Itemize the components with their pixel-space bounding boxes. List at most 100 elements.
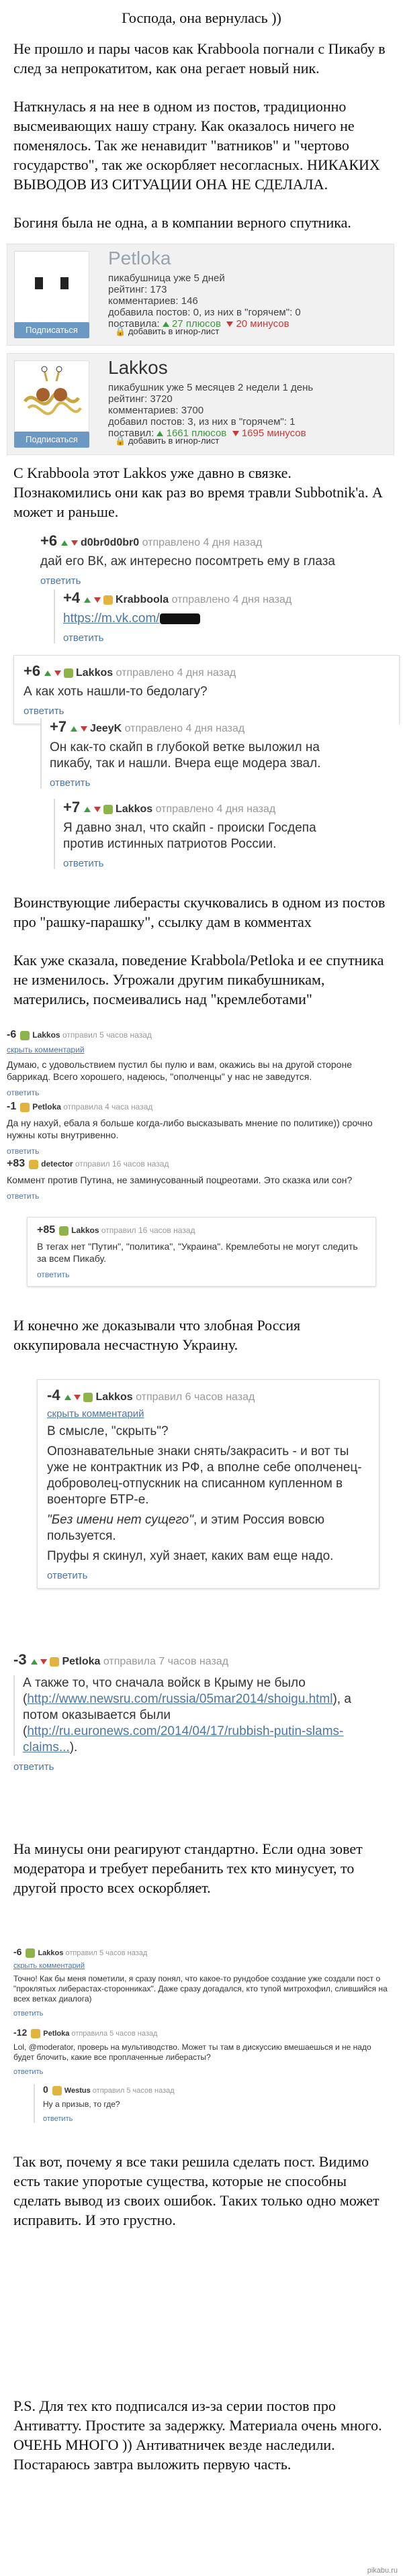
post-title: Господа, она вернулась )) — [122, 9, 281, 26]
profile-name[interactable]: Petloka — [108, 248, 171, 269]
paragraph: На минусы они реагируют стандартно. Если… — [0, 1839, 403, 1916]
reply-link[interactable]: ответить — [7, 1146, 393, 1156]
comment-rating: -6 — [7, 1029, 17, 1040]
comment-text: Ну а призыв, то где? — [43, 2099, 120, 2110]
lock-icon: 🔒 — [115, 436, 126, 446]
paragraph-text: Так вот, почему я все таки решила сделат… — [13, 2153, 379, 2228]
comment-text: Да ну нахуй, ебала я больше когда-либо в… — [7, 1118, 373, 1140]
comment-rating: 0 — [43, 2084, 48, 2095]
comment-author[interactable]: Lakkos — [76, 667, 113, 679]
comment-author[interactable]: Lakkos — [95, 1391, 132, 1403]
reply-link[interactable]: ответить — [47, 1570, 369, 1581]
comment-author[interactable]: Lakkos — [116, 803, 152, 815]
reply-link[interactable]: ответить — [7, 1088, 393, 1097]
comment-author[interactable]: Krabboola — [116, 594, 169, 605]
comment: -3 Petloka отправила 7 часов назад А так… — [13, 1651, 363, 1773]
profile-card-petloka: Petloka пикабушница уже 5 дней рейтинг: … — [7, 244, 394, 346]
comment-rating: -6 — [13, 1946, 22, 1957]
comment-time: отправил 6 часов назад — [136, 1391, 255, 1403]
comment-time: отправил 5 часов назад — [92, 2087, 175, 2095]
comment-time: отправлено 4 дня назад — [171, 594, 292, 605]
comment-quote: "Без имени нет сущего" — [47, 1513, 193, 1527]
comment-text: Пруфы я скинул, хуй знает, каких вам еще… — [47, 1549, 334, 1563]
ignore-link[interactable]: 🔒 добавить в игнор-лист — [115, 326, 219, 337]
reply-link[interactable]: ответить — [13, 2068, 390, 2076]
comment: +7 Lakkos отправлено 4 дня назад Я давно… — [54, 799, 402, 869]
hide-comment-link[interactable]: скрыть комментарий — [7, 1045, 393, 1054]
comment-time: отправила 4 часа назад — [63, 1102, 153, 1111]
hide-comment-link[interactable]: скрыть комментарий — [47, 1408, 369, 1420]
user-avatar-icon — [59, 1226, 69, 1236]
minus-icon — [226, 321, 234, 327]
profile-rating: рейтинг: 3720 — [108, 393, 173, 405]
paragraph: P.S. Для тех кто подписался из-за серии … — [0, 2396, 403, 2493]
profile-card-lakkos: Lakkos пикабушник уже 5 месяцев 2 недели… — [7, 353, 394, 455]
comment-time: отправлено 4 дня назад — [155, 803, 276, 815]
newsru-link[interactable]: http://www.newsru.com/russia/05mar2014/s… — [27, 1692, 332, 1706]
comment-author[interactable]: Petloka — [62, 1656, 100, 1667]
profile-comments: комментариев: 3700 — [108, 405, 204, 416]
comment-author[interactable]: Lakkos — [38, 1949, 63, 1957]
comment-time: отправил 16 часов назад — [75, 1159, 169, 1169]
upvote-icon — [84, 597, 91, 603]
comment-author[interactable]: Lakkos — [32, 1030, 60, 1040]
comment-rating: +4 — [63, 589, 81, 606]
paragraph: С Krabboola этот Lakkos уже давно в связ… — [0, 463, 403, 540]
comment: +7 JeeyK отправлено 4 дня назад Он как-т… — [40, 718, 399, 789]
subscribe-button[interactable]: Подписаться — [14, 432, 89, 448]
upvote-icon — [71, 726, 78, 732]
comment-rating: -3 — [13, 1651, 27, 1668]
flying-spaghetti-monster-icon — [15, 361, 89, 435]
reply-link[interactable]: ответить — [50, 777, 399, 789]
paragraph-text: На минусы они реагируют стандартно. Если… — [13, 1840, 363, 1896]
subscribe-button[interactable]: Подписаться — [14, 322, 89, 338]
comment: -4 Lakkos отправил 6 часов назад скрыть … — [37, 1379, 379, 1589]
paragraph: Так вот, почему я все таки решила сделат… — [0, 2152, 403, 2248]
downvote-icon — [80, 726, 87, 732]
downvote-icon — [54, 671, 61, 676]
user-avatar-icon — [31, 2029, 41, 2039]
reply-link[interactable]: ответить — [13, 2010, 390, 2018]
comment-author[interactable]: Westus — [64, 2087, 91, 2095]
redaction-mark — [159, 613, 200, 624]
comment-rating: -1 — [7, 1101, 17, 1112]
reply-link[interactable]: ответить — [7, 1191, 393, 1201]
user-avatar-icon — [29, 1159, 39, 1169]
vk-link[interactable]: https://m.vk.com/ — [63, 611, 160, 626]
user-avatar-icon — [26, 1948, 36, 1959]
comment-author[interactable]: JeeyK — [90, 723, 122, 734]
intro-paragraph: Не прошло и пары часов как Krabboola пог… — [13, 40, 386, 77]
lock-icon: 🔒 — [115, 326, 126, 336]
reply-link[interactable]: ответить — [40, 575, 393, 587]
comment-author[interactable]: Petloka — [32, 1102, 61, 1111]
profile-name[interactable]: Lakkos — [108, 357, 168, 379]
reply-link[interactable]: ответить — [13, 1761, 363, 1773]
reply-link[interactable]: ответить — [63, 858, 402, 869]
reply-link[interactable]: ответить — [24, 705, 390, 717]
comment-rating: +6 — [24, 662, 41, 679]
comment-author[interactable]: d0br0d0br0 — [81, 537, 139, 548]
upvote-icon — [64, 1395, 71, 1400]
comment-rating: +6 — [40, 532, 58, 549]
comment-text: Опознавательные знаки снять/закрасить - … — [47, 1444, 362, 1507]
reply-link[interactable]: ответить — [43, 2115, 386, 2123]
comment-time: отправил 5 часов назад — [62, 1030, 152, 1040]
comment-text: Точно! Как бы меня пометили, я сразу пон… — [13, 1974, 388, 2004]
ignore-link[interactable]: 🔒 добавить в игнор-лист — [115, 436, 219, 446]
user-avatar-icon — [64, 668, 73, 678]
hide-comment-link[interactable]: скрыть комментарий — [13, 1962, 390, 1970]
comment-author[interactable]: Lakkos — [71, 1226, 99, 1235]
downvote-icon — [40, 1659, 48, 1665]
reply-link[interactable]: ответить — [37, 1270, 366, 1279]
comment: +85 Lakkos отправил 16 часов назад В тега… — [27, 1217, 376, 1287]
comment: +6 Lakkos отправлено 4 дня назад А как х… — [13, 655, 400, 724]
comment-author[interactable]: detector — [41, 1159, 73, 1169]
paragraph-text: Как уже сказала, поведение Krabbola/Petl… — [13, 952, 384, 1007]
comment-text: В смысле, "скрыть"? — [47, 1424, 169, 1438]
user-avatar-icon — [52, 2086, 62, 2096]
comment-rating: +83 — [7, 1158, 26, 1169]
comment-author[interactable]: Petloka — [43, 2030, 69, 2038]
site-watermark: pikabu.ru — [367, 2567, 398, 2575]
reply-link[interactable]: ответить — [63, 632, 402, 644]
avatar — [14, 360, 89, 436]
